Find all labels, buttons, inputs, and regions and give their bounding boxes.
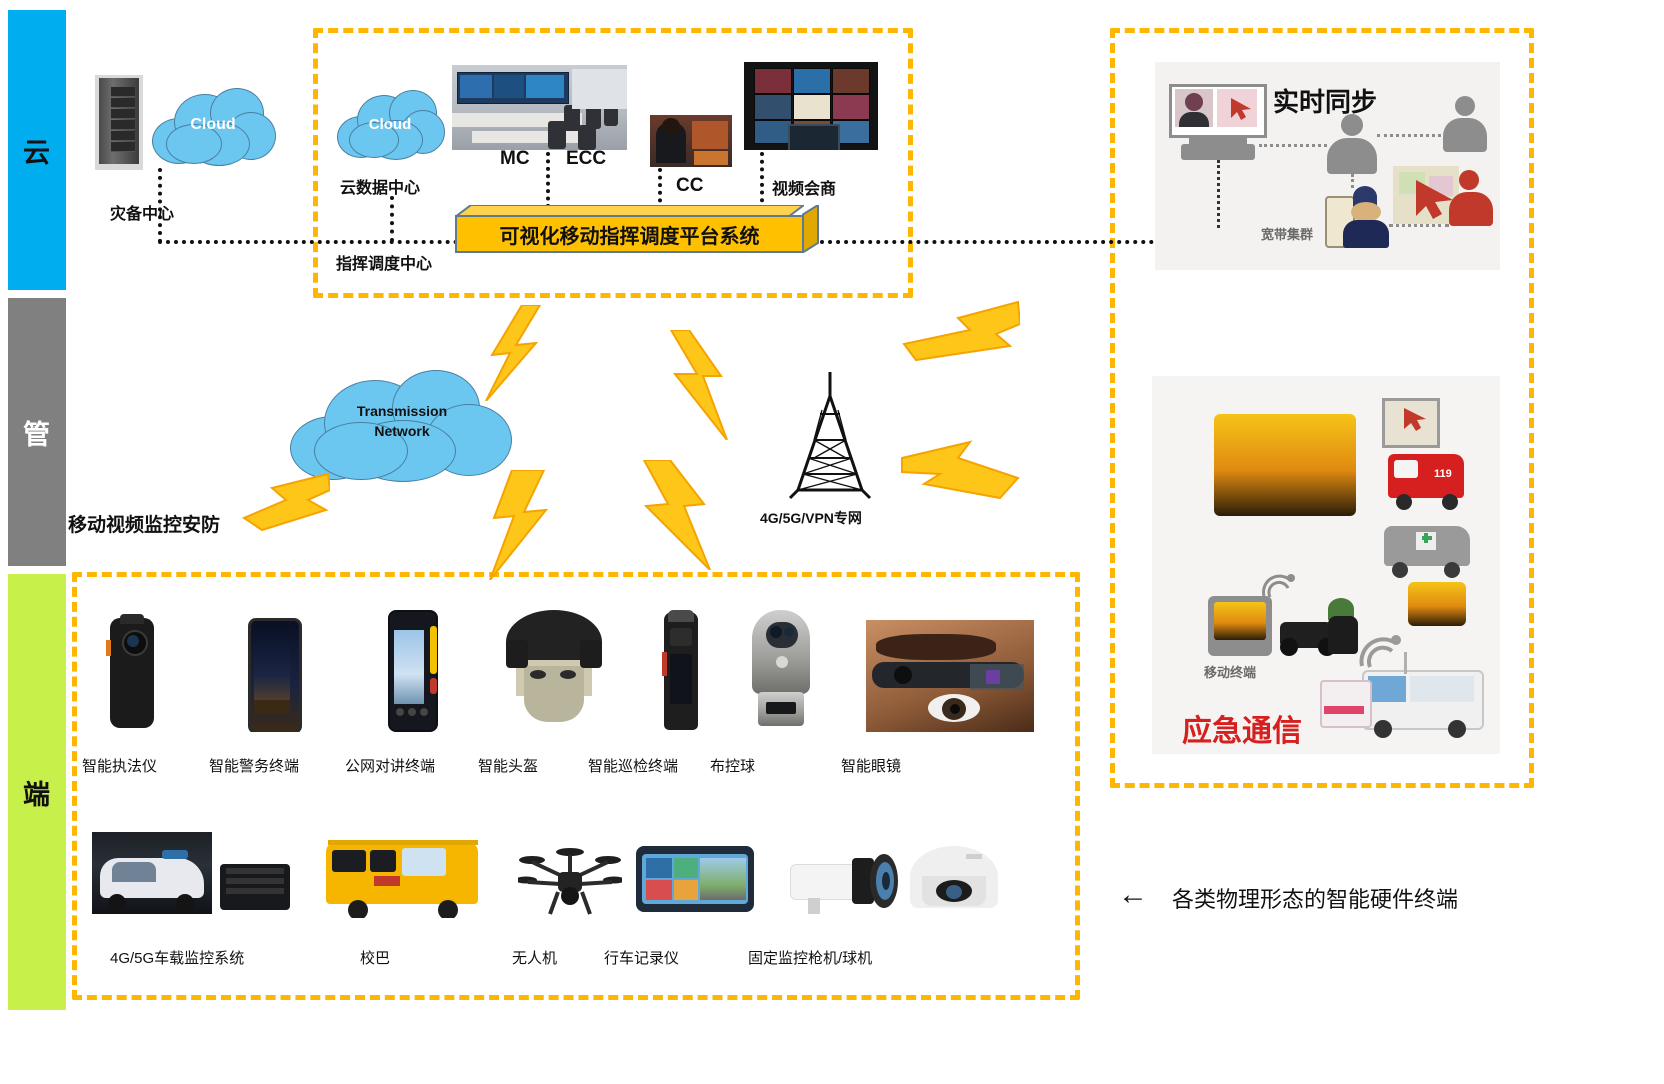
device-school-bus — [322, 834, 482, 918]
realtime-sync-illustration: 实时同步 宽带集群 — [1155, 62, 1500, 270]
backbone-dotted-line-left — [158, 240, 458, 244]
layer-band-cloud: 云 — [8, 10, 66, 290]
layer-band-edge: 端 — [8, 574, 66, 1010]
mc-ecc-connector — [546, 152, 550, 208]
mobile-terminal-caption: 移动终端 — [1204, 665, 1257, 680]
wifi-icon-2 — [1359, 635, 1401, 668]
annotation-arrow-icon: ← — [1118, 878, 1148, 911]
device-label-dashcam-mirror: 行车记录仪 — [604, 950, 680, 967]
disaster-center-label: 灾备中心 — [110, 206, 175, 223]
layer-band-cloud-label: 云 — [23, 137, 51, 168]
control-room-photo — [452, 65, 627, 150]
video-conference-photo — [744, 62, 878, 150]
device-rugged-smartphone — [240, 614, 304, 732]
platform-front-face: 可视化移动指挥调度平台系统 — [455, 215, 804, 253]
tower-network-label: 4G/5G/VPN专网 — [760, 510, 862, 526]
device-label-rugged-smartphone: 智能警务终端 — [209, 758, 300, 775]
device-label-ptt-radio: 公网对讲终端 — [345, 758, 436, 775]
fire-scene-thumbnail-small-right — [1408, 582, 1466, 626]
device-label-ptz-camera-ball: 布控球 — [710, 758, 756, 775]
emergency-communication-title: 应急通信 — [1182, 715, 1302, 748]
lightning-bolt-2 — [665, 329, 735, 445]
lightning-bolt-1 — [478, 304, 542, 406]
realtime-sync-title: 实时同步 — [1273, 87, 1378, 117]
device-label-fixed-cameras: 固定监控枪机/球机 — [748, 950, 873, 967]
fire-truck-badge: 119 — [1434, 468, 1452, 480]
dispatcher-photo — [650, 115, 732, 167]
wifi-icon — [1262, 574, 1295, 598]
lightning-bolt-3 — [900, 300, 1022, 401]
layer-band-pipe: 管 — [8, 298, 66, 566]
backbone-dotted-line-right — [820, 240, 1210, 244]
video-conference-connector — [760, 152, 764, 210]
platform-system-box[interactable]: 可视化移动指挥调度平台系统 — [455, 205, 820, 253]
fire-scene-thumbnail-large — [1214, 414, 1356, 516]
device-bullet-camera — [788, 840, 900, 916]
map-cursor-icon-2 — [1404, 408, 1426, 431]
device-body-camera — [104, 614, 160, 732]
cloud-data-center-cloud: Cloud — [335, 90, 445, 160]
device-inspection-terminal — [658, 610, 704, 732]
device-ptz-camera-ball — [742, 606, 820, 732]
node-label-ecc: ECC — [566, 148, 607, 169]
node-label-mc: MC — [500, 148, 530, 169]
broadband-cluster-caption: 宽带集群 — [1261, 227, 1314, 242]
device-label-body-camera: 智能执法仪 — [82, 758, 158, 775]
emergency-communication-illustration: 119 移动终端 应急通信 — [1152, 376, 1500, 754]
platform-system-label: 可视化移动指挥调度平台系统 — [499, 225, 760, 248]
layer-band-pipe-label: 管 — [23, 419, 51, 450]
transmission-cloud-label-line2: Network — [374, 423, 430, 439]
terminal-annotation-label: 各类物理形态的智能硬件终端 — [1172, 887, 1459, 912]
lightning-bolt-6 — [640, 459, 716, 575]
node-label-video-conference: 视频会商 — [772, 181, 837, 198]
device-label-smart-glasses: 智能眼镜 — [841, 758, 902, 775]
server-tower-image — [95, 75, 143, 170]
lightning-bolt-4 — [240, 470, 332, 555]
device-label-inspection-terminal: 智能巡检终端 — [588, 758, 679, 775]
device-dome-camera — [906, 840, 1002, 916]
cellular-tower-icon — [770, 370, 890, 520]
cloud-data-center-label: 云数据中心 — [340, 180, 421, 197]
device-ptt-radio — [382, 608, 444, 732]
data-center-connector — [390, 196, 394, 242]
command-dispatch-center-label: 指挥调度中心 — [336, 256, 433, 273]
device-smart-glasses — [866, 620, 1034, 732]
disaster-cloud-label: Cloud — [190, 116, 236, 133]
platform-side-face — [802, 205, 819, 253]
lightning-bolt-5 — [488, 469, 550, 585]
lightning-bolt-7 — [900, 440, 1020, 535]
layer-band-edge-label: 端 — [23, 779, 51, 810]
device-dashcam-mirror — [636, 846, 754, 912]
device-vehicle-surveillance — [92, 832, 212, 914]
device-label-vehicle-surveillance: 4G/5G车载监控系统 — [110, 950, 245, 967]
node-label-cc: CC — [676, 175, 704, 196]
device-label-smart-helmet: 智能头盔 — [478, 758, 539, 775]
mobile-video-security-label: 移动视频监控安防 — [68, 515, 221, 536]
device-label-drone: 无人机 — [512, 950, 558, 967]
cc-connector — [658, 168, 662, 210]
disaster-recovery-cloud: Cloud — [148, 88, 278, 166]
device-mdvr-box — [216, 856, 294, 918]
transmission-cloud-label-line1: Transmission — [356, 403, 448, 419]
device-drone — [518, 838, 622, 918]
device-label-school-bus: 校巴 — [360, 950, 391, 967]
cursor-icon — [1231, 98, 1251, 120]
data-center-cloud-label: Cloud — [368, 116, 412, 133]
device-smart-helmet — [498, 606, 610, 732]
